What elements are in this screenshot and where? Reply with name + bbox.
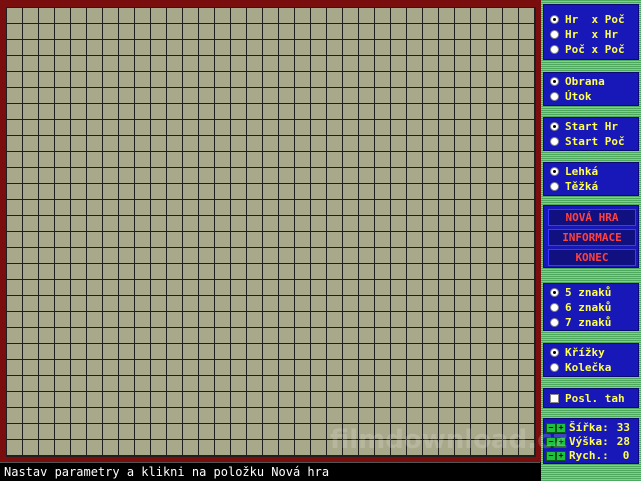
plus-icon[interactable]: + <box>556 436 566 447</box>
option-label: Hr x Poč <box>565 12 625 26</box>
difficulty-option-easy[interactable]: Lehká <box>550 164 598 178</box>
start-panel: Start Hr Start Poč <box>543 117 639 151</box>
menu-buttons-panel: NOVÁ HRA INFORMACE KONEC <box>543 205 639 268</box>
option-label: Posl. tah <box>565 391 625 405</box>
minus-icon[interactable]: − <box>546 450 556 461</box>
option-label: Poč x Poč <box>565 42 625 56</box>
radio-button[interactable] <box>550 29 559 39</box>
quit-button[interactable]: KONEC <box>548 249 636 266</box>
height-value: 28 <box>616 435 630 448</box>
option-label: Start Poč <box>565 134 625 148</box>
option-label: 7 znaků <box>565 315 612 329</box>
strategy-panel: Obrana Útok <box>543 72 639 106</box>
option-label: Útok <box>565 89 592 103</box>
difficulty-option-hard[interactable]: Těžká <box>550 179 598 193</box>
radio-button[interactable] <box>550 181 559 191</box>
win-length-option-5[interactable]: 5 znaků <box>550 285 611 299</box>
win-length-panel: 5 znaků 6 znaků 7 znaků <box>543 283 639 331</box>
radio-button[interactable] <box>550 347 559 357</box>
radio-button[interactable] <box>550 317 559 327</box>
info-button[interactable]: INFORMACE <box>548 229 636 246</box>
mode-option-computer-vs-computer[interactable]: Poč x Poč <box>550 42 625 56</box>
option-label: Start Hr <box>565 119 618 133</box>
speed-row: − + Rych.: 0 <box>546 449 629 462</box>
radio-button[interactable] <box>550 136 559 146</box>
control-sidebar: Hr x Poč Hr x Hr Poč x Poč Obrana Útok S… <box>541 0 641 481</box>
option-label: Křížky <box>565 345 605 359</box>
option-label: Hr x Hr <box>565 27 618 41</box>
status-text: Nastav parametry a klikni na položku Nov… <box>4 465 330 479</box>
start-option-computer[interactable]: Start Poč <box>550 134 625 148</box>
plus-icon[interactable]: + <box>556 450 566 461</box>
height-row: − + Výška: 28 <box>546 435 630 448</box>
symbol-option-circles[interactable]: Kolečka <box>550 360 611 374</box>
radio-button[interactable] <box>550 166 559 176</box>
mode-option-human-vs-computer[interactable]: Hr x Poč <box>550 12 625 26</box>
win-length-option-7[interactable]: 7 znaků <box>550 315 611 329</box>
status-bar: Nastav parametry a klikni na položku Nov… <box>0 462 540 481</box>
last-move-option[interactable]: Posl. tah <box>550 391 625 405</box>
radio-button[interactable] <box>550 362 559 372</box>
option-label: Lehká <box>565 164 599 178</box>
last-move-panel: Posl. tah <box>543 388 639 408</box>
game-board-grid[interactable] <box>6 7 536 457</box>
width-value: 33 <box>616 421 630 434</box>
option-label: Obrana <box>565 74 605 88</box>
height-label: Výška: <box>569 435 609 448</box>
mode-option-human-vs-human[interactable]: Hr x Hr <box>550 27 618 41</box>
speed-label: Rych.: <box>569 449 609 462</box>
option-label: 6 znaků <box>565 300 612 314</box>
strategy-option-defense[interactable]: Obrana <box>550 74 605 88</box>
difficulty-panel: Lehká Těžká <box>543 162 639 196</box>
radio-button[interactable] <box>550 91 559 101</box>
mode-panel: Hr x Poč Hr x Hr Poč x Poč <box>543 4 639 60</box>
symbol-panel: Křížky Kolečka <box>543 343 639 377</box>
start-option-human[interactable]: Start Hr <box>550 119 618 133</box>
radio-button[interactable] <box>550 287 559 297</box>
win-length-option-6[interactable]: 6 znaků <box>550 300 611 314</box>
minus-icon[interactable]: − <box>546 436 556 447</box>
option-label: 5 znaků <box>565 285 612 299</box>
checkbox[interactable] <box>550 393 559 403</box>
new-game-button[interactable]: NOVÁ HRA <box>548 209 636 226</box>
game-board-frame <box>0 0 541 462</box>
option-label: Těžká <box>565 179 599 193</box>
plus-icon[interactable]: + <box>556 422 566 433</box>
radio-button[interactable] <box>550 76 559 86</box>
symbol-option-crosses[interactable]: Křížky <box>550 345 605 359</box>
radio-button[interactable] <box>550 14 559 24</box>
option-label: Kolečka <box>565 360 612 374</box>
minus-icon[interactable]: − <box>546 422 556 433</box>
speed-value: 0 <box>622 449 630 462</box>
width-row: − + Šířka: 33 <box>546 421 630 434</box>
radio-button[interactable] <box>550 44 559 54</box>
radio-button[interactable] <box>550 302 559 312</box>
dimensions-panel: − + Šířka: 33 − + Výška: 28 − + Rych.: 0 <box>543 418 639 464</box>
radio-button[interactable] <box>550 121 559 131</box>
width-label: Šířka: <box>569 421 609 434</box>
strategy-option-attack[interactable]: Útok <box>550 89 592 103</box>
